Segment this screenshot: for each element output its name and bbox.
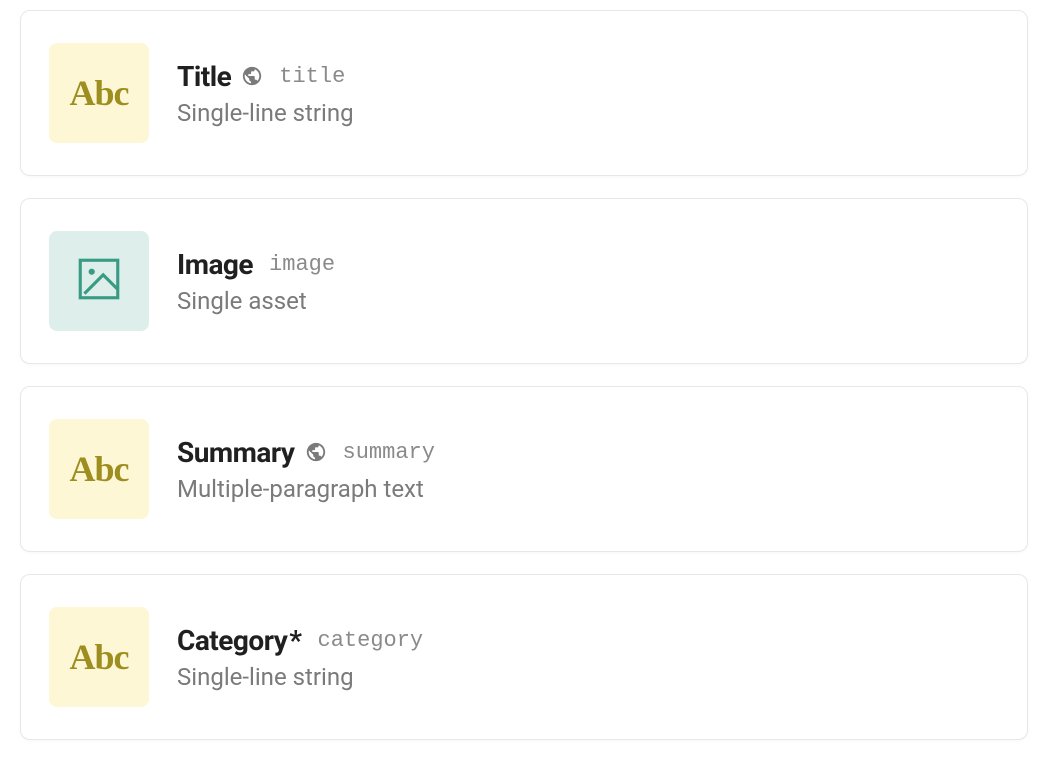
- field-title: Summary: [177, 436, 295, 469]
- abc-icon: Abc: [70, 72, 129, 114]
- image-icon: [74, 254, 124, 308]
- field-card-summary[interactable]: Abc Summary summary Multiple-paragraph tex…: [20, 386, 1028, 552]
- field-header: Title title: [177, 60, 354, 93]
- field-description: Single asset: [177, 287, 335, 315]
- globe-icon: [241, 65, 263, 87]
- field-content: Title title Single-line string: [177, 60, 354, 127]
- field-card-title[interactable]: Abc Title title Single-line string: [20, 10, 1028, 176]
- field-card-category[interactable]: Abc Category* category Single-line string: [20, 574, 1028, 740]
- field-content: Image image Single asset: [177, 248, 335, 315]
- field-card-image[interactable]: Image image Single asset: [20, 198, 1028, 364]
- field-api-key: category: [318, 628, 424, 653]
- text-type-icon: Abc: [49, 419, 149, 519]
- field-header: Summary summary: [177, 436, 435, 469]
- abc-icon: Abc: [70, 636, 129, 678]
- globe-icon: [305, 441, 327, 463]
- abc-icon: Abc: [70, 448, 129, 490]
- field-title: Title: [177, 60, 231, 93]
- required-indicator: *: [289, 624, 301, 657]
- field-description: Single-line string: [177, 663, 423, 691]
- text-type-icon: Abc: [49, 43, 149, 143]
- field-content: Category* category Single-line string: [177, 624, 423, 691]
- text-type-icon: Abc: [49, 607, 149, 707]
- field-content: Summary summary Multiple-paragraph text: [177, 436, 435, 503]
- field-api-key: title: [279, 64, 345, 89]
- asset-type-icon: [49, 231, 149, 331]
- field-title: Image: [177, 248, 253, 281]
- field-api-key: summary: [343, 440, 435, 465]
- field-description: Multiple-paragraph text: [177, 475, 435, 503]
- field-api-key: image: [269, 252, 335, 277]
- field-description: Single-line string: [177, 99, 354, 127]
- field-header: Category* category: [177, 624, 423, 657]
- field-title: Category: [177, 624, 287, 657]
- field-header: Image image: [177, 248, 335, 281]
